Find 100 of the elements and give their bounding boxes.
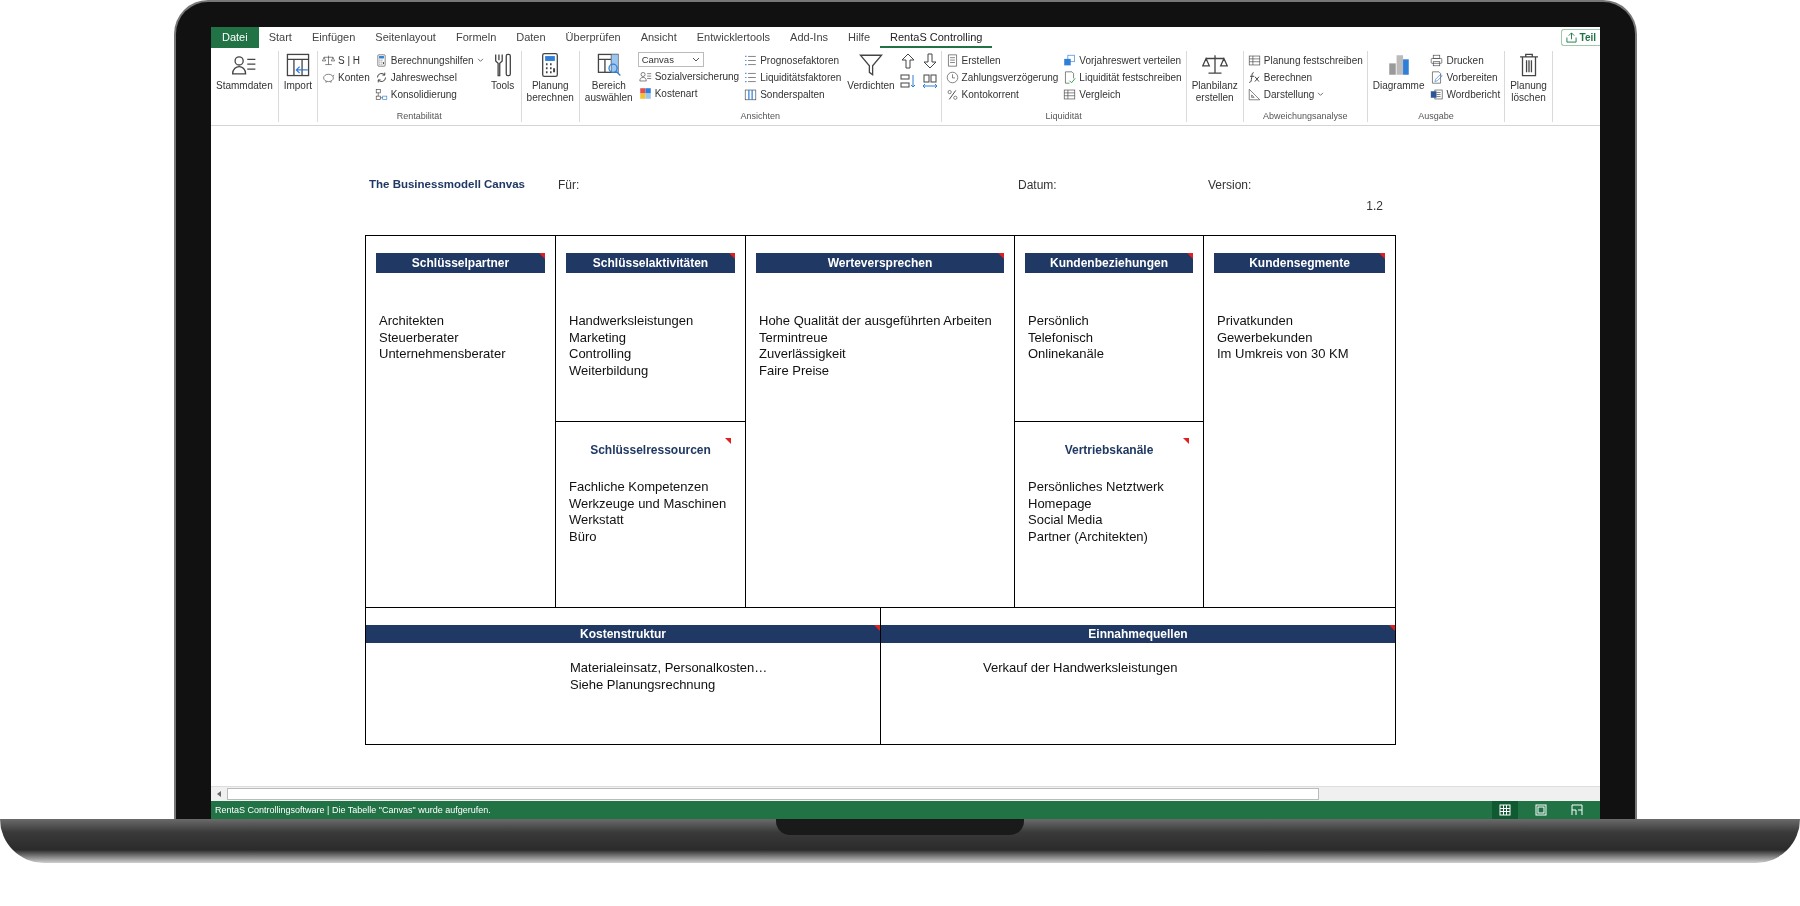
ribbon-tab[interactable]: Start [258,27,302,48]
printer-icon [1430,53,1444,67]
canvas-entry: Privatkunden [1217,313,1294,330]
ribbon-tab[interactable]: Ansicht [630,27,687,48]
ribbon-command[interactable]: Berechnen [1246,69,1364,85]
swap-icon[interactable] [921,73,938,89]
command-label: Prognosefaktoren [760,54,840,66]
command-label: Darstellung [1263,88,1315,100]
command-label: Sozialversicherung [654,70,740,82]
ribbon-tab[interactable]: Formeln [445,27,507,48]
ribbon-button-label: Stammdaten [216,80,273,92]
canvas-entry: Materialeinsatz, Personalkosten… [570,660,769,677]
sort-icon[interactable] [899,73,916,89]
ribbon-command[interactable]: S | H [321,52,371,68]
ribbon-command[interactable]: Darstellung [1246,86,1364,102]
command-label: Liquidität festschreiben [1079,71,1182,83]
ribbon-command[interactable]: Liquidität festschreiben [1062,69,1183,85]
dropdown-value: Canvas [641,54,674,65]
ribbon-command[interactable]: Prognosefaktoren [743,52,843,68]
horizontal-scrollbar[interactable] [227,788,1319,800]
canvas-entry: Fachliche Kompetenzen [569,479,710,496]
ribbon-command[interactable]: Vergleich [1062,86,1183,102]
command-label: Konsolidierung [390,88,457,100]
columns-icon [744,87,758,101]
ribbon-command[interactable]: Jahreswechsel [373,69,485,85]
section-title: Kundenbeziehungen [1050,256,1168,270]
ribbon-command[interactable]: Erstellen [944,52,1060,68]
table-icon [1247,53,1261,67]
cycle-icon [374,70,388,84]
document-check-icon [1063,70,1077,84]
canvas-entry: Zuverlässigkeit [759,346,847,363]
table-icon [1063,87,1077,101]
ribbon-tab[interactable]: Entwicklertools [686,27,781,48]
ribbon-command[interactable]: Zahlungsverzögerung [944,69,1060,85]
function-icon [1247,70,1261,84]
ribbon-button-label: Planbilanz erstellen [1191,80,1238,104]
ribbon-button-label: Verdichten [847,80,895,92]
ribbon-button[interactable]: Bereich auswählen [582,51,635,110]
ribbon-command[interactable]: Wordbericht [1429,86,1502,102]
ribbon-button[interactable]: Tools [487,51,518,110]
for-label: Für: [558,178,581,194]
canvas-entry: Siehe Planungsrechnung [570,676,717,694]
ribbon-button[interactable]: Planung berechnen [524,51,576,110]
command-label: Berechnen [1263,71,1313,83]
command-label: Liquiditätsfaktoren [760,71,842,83]
canvas-entry: Termintreue [759,329,829,347]
status-message: RentaS Controllingsoftware | Die Tabelle "Canvas" wurde aufgerufen. [215,805,491,815]
command-label: Wordbericht [1446,88,1501,100]
ribbon-tab[interactable]: Add-Ins [780,27,838,48]
ribbon-button-label: Diagramme [1372,80,1425,92]
section-title: Schlüsselaktivitäten [592,256,709,270]
ribbon-command[interactable]: Konsolidierung [373,86,485,102]
ribbon-tab[interactable]: Seitenlayout [365,27,446,48]
ribbon-button[interactable]: Diagramme [1370,51,1427,110]
canvas-entry: Handwerksleistungen [569,313,695,330]
percent-icon [945,87,959,101]
ribbon-command[interactable]: Kostenart [637,85,741,101]
group-label: Ansichten [739,110,781,122]
ribbon-button[interactable]: Verdichten [845,51,897,110]
ribbon-tab[interactable]: Überprüfen [555,27,631,48]
ribbon-button[interactable]: Planbilanz erstellen [1189,51,1240,110]
ribbon-tab[interactable]: Hilfe [838,27,881,48]
ribbon-tab[interactable]: Daten [506,27,556,48]
view-dropdown[interactable]: Canvas [637,52,704,67]
canvas-entry: Werkzeuge und Maschinen [569,495,728,513]
ribbon-button[interactable]: Planung löschen [1508,51,1549,110]
canvas-entry: Telefonisch [1028,329,1095,347]
ribbon-command[interactable]: Berechnungshilfen [373,52,485,68]
canvas-entry: Im Umkreis von 30 KM [1217,346,1350,363]
word-document-icon [1430,87,1444,101]
ribbon-command[interactable]: Drucken [1429,52,1502,68]
ribbon-command[interactable]: Vorbereiten [1429,69,1502,85]
ribbon-tab[interactable]: Einfügen [301,27,366,48]
share-button[interactable]: Teil [1560,29,1600,46]
canvas-entry: Social Media [1028,512,1104,529]
ribbon-button-label: Planung berechnen [526,80,574,104]
list-icon [744,53,758,67]
ribbon-button[interactable]: Stammdaten [214,51,275,110]
command-label: S | H [338,54,361,66]
canvas-entry: Architekten [379,313,446,330]
group-label: Ausgabe [1417,110,1455,122]
sheet-title: The Businessmodell Canvas [369,178,526,192]
ribbon-command[interactable]: Kontokorrent [944,86,1060,102]
ribbon-command[interactable]: Liquiditätsfaktoren [743,69,843,85]
arrow-down-icon[interactable] [921,53,938,69]
ribbon-tab[interactable]: Datei [211,27,259,48]
ribbon-button-label: Planung löschen [1510,80,1547,104]
ribbon-command[interactable]: Konten [321,69,371,85]
command-label: Vorbereiten [1446,71,1498,83]
section-title: Einnahmequellen [1088,627,1188,641]
command-label: Drucken [1446,54,1484,66]
arrow-up-icon[interactable] [899,53,916,69]
ribbon-command[interactable]: Sozialversicherung [637,68,741,84]
ribbon-command[interactable]: Vorjahreswert verteilen [1062,52,1183,68]
share-label: Teil [1579,32,1596,43]
scroll-left-icon[interactable] [215,790,223,798]
ribbon-command[interactable]: Sonderspalten [743,86,843,102]
normal-view-button[interactable] [1492,801,1518,819]
ribbon-button[interactable]: Import [281,51,315,110]
ribbon-command[interactable]: Planung festschreiben [1246,52,1364,68]
